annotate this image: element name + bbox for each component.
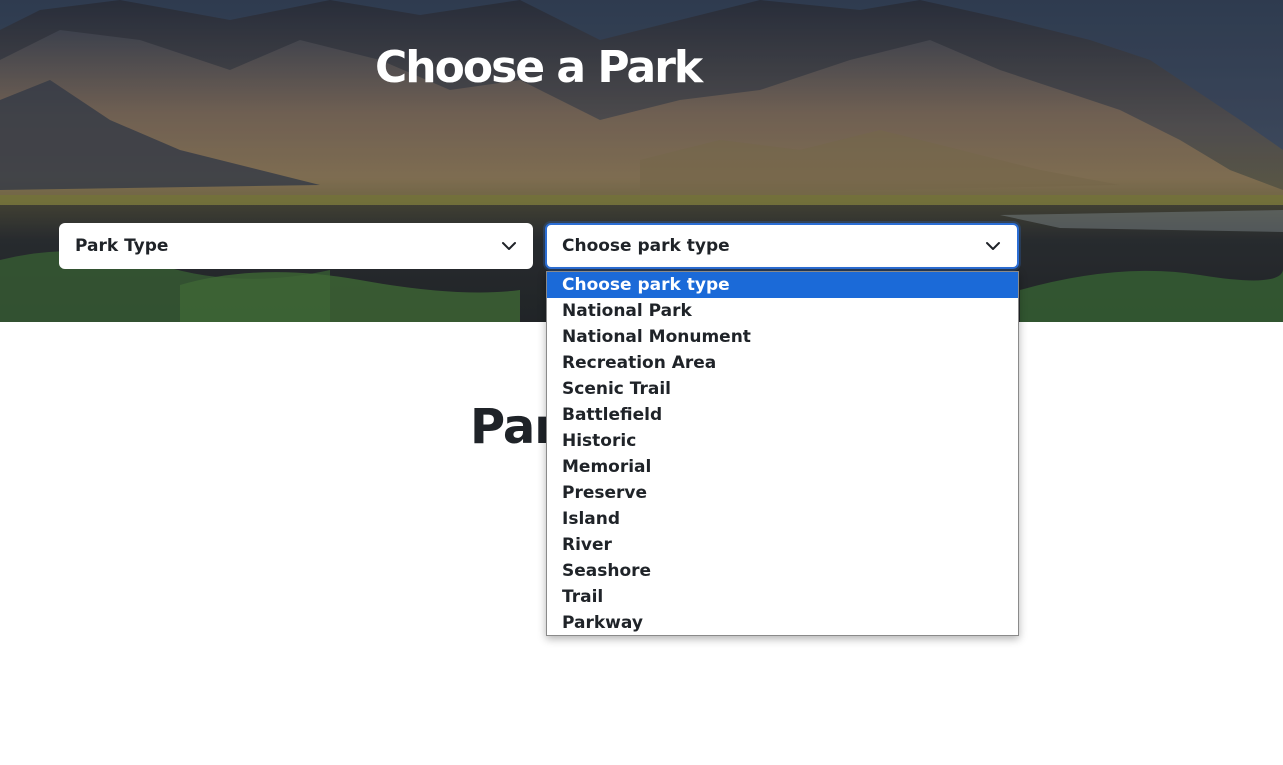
dropdown-option[interactable]: Choose park type xyxy=(547,272,1018,298)
park-type-dropdown-list[interactable]: Choose park type National Park National Mo… xyxy=(546,271,1019,636)
dropdown-option[interactable]: Seashore xyxy=(547,558,1018,584)
dropdown-option[interactable]: National Monument xyxy=(547,324,1018,350)
chevron-down-icon xyxy=(986,242,1000,250)
choose-park-type-select-value: Choose park type xyxy=(562,236,730,256)
dropdown-option[interactable]: River xyxy=(547,532,1018,558)
dropdown-option[interactable]: Island xyxy=(547,506,1018,532)
dropdown-option[interactable]: Scenic Trail xyxy=(547,376,1018,402)
dropdown-option[interactable]: Trail xyxy=(547,584,1018,610)
dropdown-option[interactable]: Historic xyxy=(547,428,1018,454)
dropdown-option[interactable]: National Park xyxy=(547,298,1018,324)
section-title: Par xyxy=(470,399,558,455)
park-type-select-value: Park Type xyxy=(75,236,169,256)
dropdown-option[interactable]: Memorial xyxy=(547,454,1018,480)
dropdown-option[interactable]: Recreation Area xyxy=(547,350,1018,376)
chevron-down-icon xyxy=(502,242,516,250)
dropdown-option[interactable]: Battlefield xyxy=(547,402,1018,428)
dropdown-option[interactable]: Preserve xyxy=(547,480,1018,506)
choose-park-type-select[interactable]: Choose park type xyxy=(545,223,1019,269)
page-title: Choose a Park xyxy=(375,42,703,93)
dropdown-option[interactable]: Parkway xyxy=(547,610,1018,635)
park-type-select[interactable]: Park Type xyxy=(59,223,533,269)
